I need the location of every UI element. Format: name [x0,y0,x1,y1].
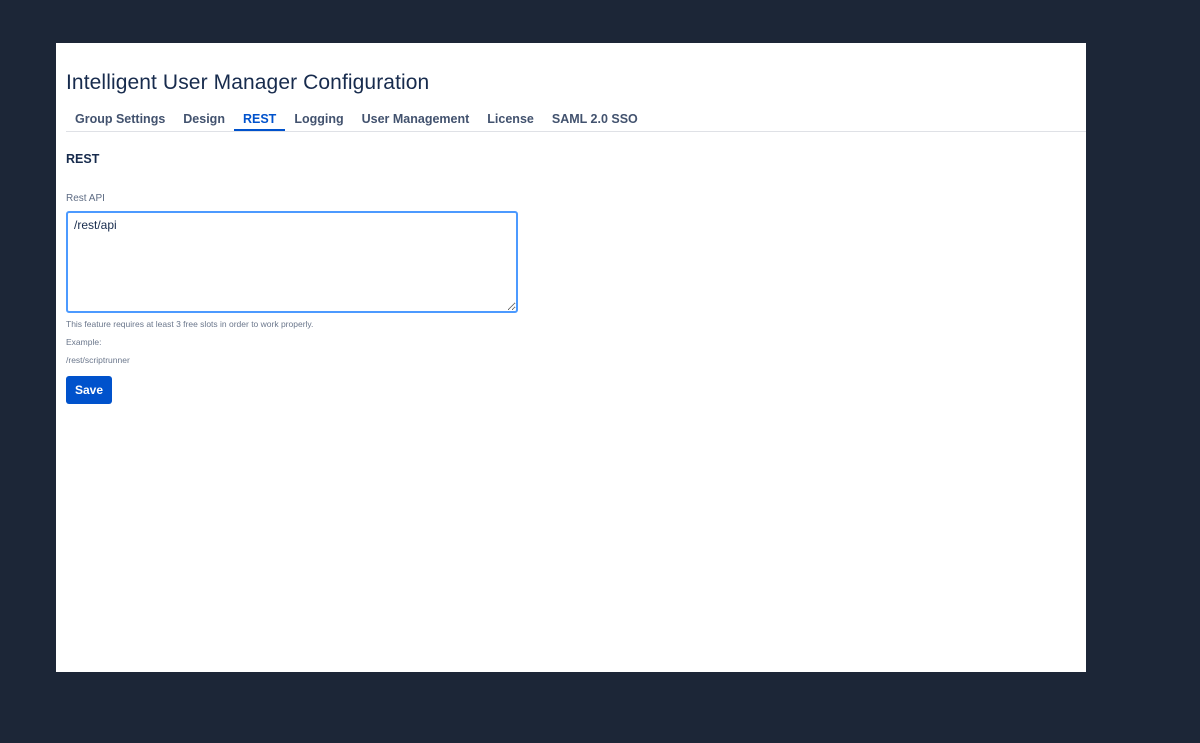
tab-user-management[interactable]: User Management [353,107,479,131]
rest-api-textarea[interactable] [66,211,518,313]
save-button[interactable]: Save [66,376,112,404]
requirement-help-text: This feature requires at least 3 free sl… [66,319,314,329]
page-title: Intelligent User Manager Configuration [66,71,430,94]
section-heading: REST [66,152,100,166]
tab-design[interactable]: Design [174,107,234,131]
configuration-panel: Intelligent User Manager Configuration G… [56,43,1086,672]
tab-group-settings[interactable]: Group Settings [66,107,174,131]
tab-logging[interactable]: Logging [285,107,352,131]
tab-saml-sso[interactable]: SAML 2.0 SSO [543,107,647,131]
example-label: Example: [66,337,102,347]
rest-api-label: Rest API [66,193,105,204]
tab-rest[interactable]: REST [233,107,286,131]
example-value: /rest/scriptrunner [66,355,130,365]
tab-license[interactable]: License [478,107,543,131]
tab-bar: Group Settings Design REST Logging User … [66,107,1086,132]
